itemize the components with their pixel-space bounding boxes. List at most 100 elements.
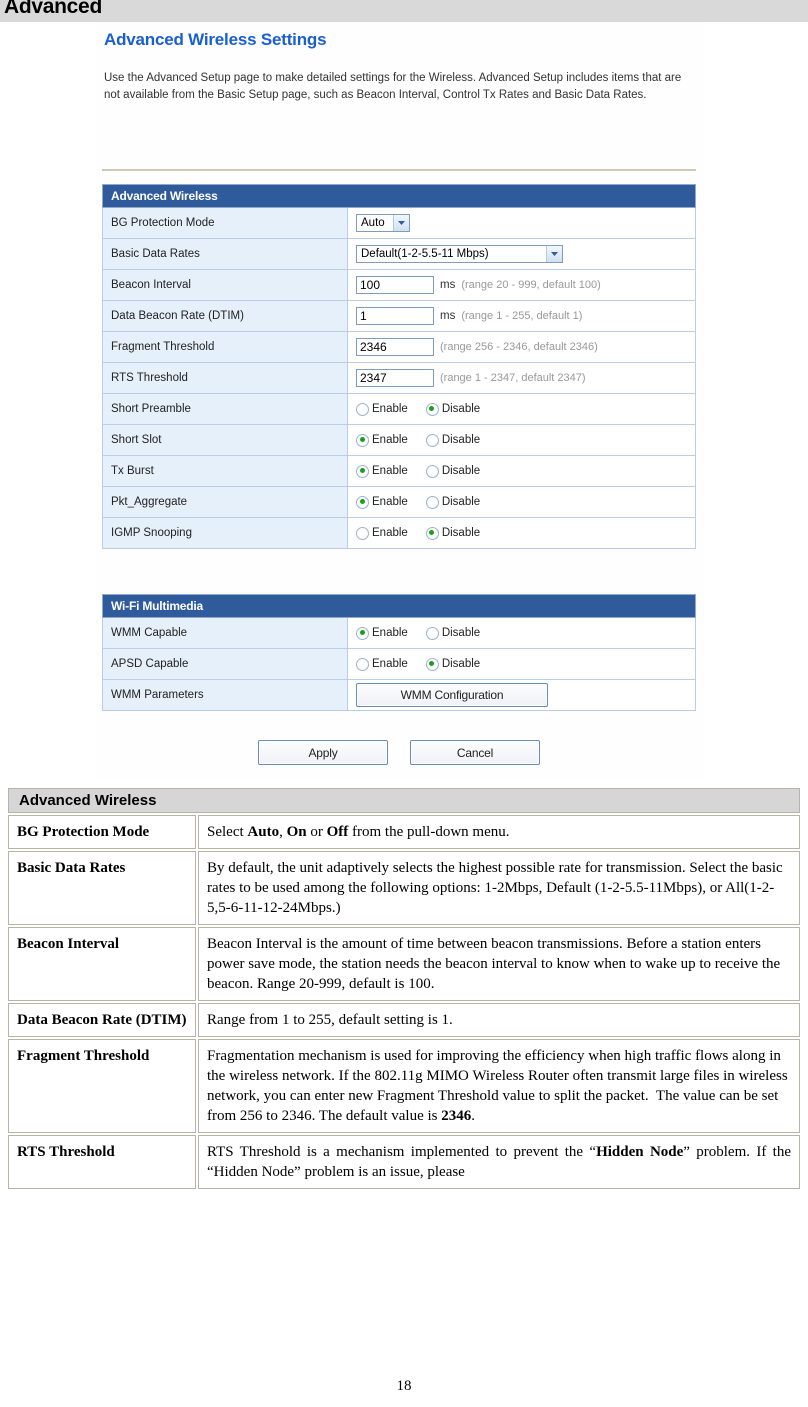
radio-icon xyxy=(425,626,439,640)
table-row: Fragment Threshold Fragmentation mechani… xyxy=(8,1039,800,1133)
igmp-snooping-enable-radio[interactable]: Enable xyxy=(356,526,408,540)
cancel-button[interactable]: Cancel xyxy=(410,740,540,765)
rts-threshold-hint: (range 1 - 2347, default 2347) xyxy=(440,372,586,384)
radio-icon xyxy=(425,495,439,509)
table-row-bg-protection-mode: BG Protection Mode Auto xyxy=(102,207,696,239)
tx-burst-disable-radio[interactable]: Disable xyxy=(425,464,481,478)
doc-term: Basic Data Rates xyxy=(8,851,196,925)
bg-protection-mode-value: Auto xyxy=(361,217,385,229)
bg-protection-mode-select[interactable]: Auto xyxy=(356,214,410,232)
apply-button[interactable]: Apply xyxy=(258,740,388,765)
radio-icon xyxy=(425,433,439,447)
short-preamble-enable-label: Enable xyxy=(372,403,408,415)
doc-table-header-row: Advanced Wireless xyxy=(8,788,800,813)
screenshot-description: Use the Advanced Setup page to make deta… xyxy=(104,72,682,101)
short-preamble-disable-radio[interactable]: Disable xyxy=(425,402,480,416)
table-row-short-preamble: Short Preamble Enable Disable xyxy=(102,393,696,425)
divider-rule xyxy=(102,169,696,171)
pkt-aggregate-enable-label: Enable xyxy=(372,496,408,508)
radio-icon xyxy=(425,526,439,540)
igmp-snooping-enable-label: Enable xyxy=(372,527,408,539)
doc-definition: Range from 1 to 255, default setting is … xyxy=(198,1003,800,1037)
table-row-fragment-threshold: Fragment Threshold 2346 (range 256 - 234… xyxy=(102,331,696,363)
label-wmm-parameters: WMM Parameters xyxy=(102,679,348,711)
label-dtim: Data Beacon Rate (DTIM) xyxy=(102,300,348,332)
doc-definition: Fragmentation mechanism is used for impr… xyxy=(198,1039,800,1133)
doc-term: Beacon Interval xyxy=(8,927,196,1001)
pkt-aggregate-disable-radio[interactable]: Disable xyxy=(425,495,481,509)
label-short-preamble: Short Preamble xyxy=(102,393,348,425)
documentation-table: Advanced Wireless BG Protection Mode Sel… xyxy=(6,786,802,1191)
pkt-aggregate-disable-label: Disable xyxy=(441,496,481,508)
table-row-pkt-aggregate: Pkt_Aggregate Enable Disable xyxy=(102,486,696,518)
label-beacon-interval: Beacon Interval xyxy=(102,269,348,301)
table-row: BG Protection Mode Select Auto, On or Of… xyxy=(8,815,800,849)
basic-data-rates-select[interactable]: Default(1-2-5.5-11 Mbps) xyxy=(356,245,563,263)
wmm-capable-disable-label: Disable xyxy=(441,627,481,639)
doc-term: BG Protection Mode xyxy=(8,815,196,849)
short-slot-enable-radio[interactable]: Enable xyxy=(356,433,408,447)
table-row-apsd-capable: APSD Capable Enable Disable xyxy=(102,648,696,680)
router-ui-screenshot: Advanced Wireless Settings Use the Advan… xyxy=(96,22,703,778)
label-basic-data-rates: Basic Data Rates xyxy=(102,238,348,270)
advanced-wireless-table: Advanced Wireless BG Protection Mode Aut… xyxy=(102,184,696,549)
doc-term: Fragment Threshold xyxy=(8,1039,196,1133)
doc-table-header-label: Advanced Wireless xyxy=(8,788,800,813)
fragment-threshold-input[interactable]: 2346 xyxy=(356,338,434,356)
wmm-capable-enable-radio[interactable]: Enable xyxy=(356,626,408,640)
radio-icon xyxy=(356,626,369,640)
advanced-wireless-header-label: Advanced Wireless xyxy=(102,184,696,208)
wmm-capable-disable-radio[interactable]: Disable xyxy=(425,626,481,640)
wmm-configuration-button[interactable]: WMM Configuration xyxy=(356,683,548,707)
label-tx-burst: Tx Burst xyxy=(102,455,348,487)
pkt-aggregate-enable-radio[interactable]: Enable xyxy=(356,495,408,509)
label-fragment-threshold: Fragment Threshold xyxy=(102,331,348,363)
label-rts-threshold: RTS Threshold xyxy=(102,362,348,394)
beacon-interval-unit: ms xyxy=(440,279,456,291)
igmp-snooping-disable-radio[interactable]: Disable xyxy=(425,526,480,540)
radio-icon xyxy=(356,464,369,478)
doc-definition: By default, the unit adaptively selects … xyxy=(198,851,800,925)
table-row: RTS Threshold RTS Threshold is a mechani… xyxy=(8,1135,800,1189)
tx-burst-disable-label: Disable xyxy=(441,465,481,477)
chevron-down-icon xyxy=(393,215,409,231)
doc-definition: Beacon Interval is the amount of time be… xyxy=(198,927,800,1001)
apsd-capable-disable-radio[interactable]: Disable xyxy=(425,657,481,671)
label-pkt-aggregate: Pkt_Aggregate xyxy=(102,486,348,518)
apsd-capable-enable-label: Enable xyxy=(372,658,408,670)
screenshot-title: Advanced Wireless Settings xyxy=(104,30,327,49)
table-row-basic-data-rates: Basic Data Rates Default(1-2-5.5-11 Mbps… xyxy=(102,238,696,270)
table-row-rts-threshold: RTS Threshold 2347 (range 1 - 2347, defa… xyxy=(102,362,696,394)
rts-threshold-input[interactable]: 2347 xyxy=(356,369,434,387)
table-row-short-slot: Short Slot Enable Disable xyxy=(102,424,696,456)
label-igmp-snooping: IGMP Snooping xyxy=(102,517,348,549)
label-bg-protection-mode: BG Protection Mode xyxy=(102,207,348,239)
radio-icon xyxy=(356,495,369,509)
short-preamble-enable-radio[interactable]: Enable xyxy=(356,402,408,416)
apsd-capable-enable-radio[interactable]: Enable xyxy=(356,657,408,671)
doc-definition: Select Auto, On or Off from the pull-dow… xyxy=(198,815,800,849)
table-row-wmm-parameters: WMM Parameters WMM Configuration xyxy=(102,679,696,711)
table-row: Basic Data Rates By default, the unit ad… xyxy=(8,851,800,925)
doc-term: Data Beacon Rate (DTIM) xyxy=(8,1003,196,1037)
radio-icon xyxy=(356,402,369,416)
label-apsd-capable: APSD Capable xyxy=(102,648,348,680)
radio-icon xyxy=(356,433,369,447)
doc-term: RTS Threshold xyxy=(8,1135,196,1189)
tx-burst-enable-radio[interactable]: Enable xyxy=(356,464,408,478)
apsd-capable-disable-label: Disable xyxy=(441,658,481,670)
short-slot-disable-radio[interactable]: Disable xyxy=(425,433,480,447)
form-actions: Apply Cancel xyxy=(102,740,696,765)
dtim-unit: ms xyxy=(440,310,456,322)
dtim-input[interactable]: 1 xyxy=(356,307,434,325)
table-row-tx-burst: Tx Burst Enable Disable xyxy=(102,455,696,487)
radio-icon xyxy=(356,657,369,671)
table-row-beacon-interval: Beacon Interval 100 ms (range 20 - 999, … xyxy=(102,269,696,301)
page-title: Advanced xyxy=(4,0,102,18)
label-short-slot: Short Slot xyxy=(102,424,348,456)
short-slot-enable-label: Enable xyxy=(372,434,408,446)
beacon-interval-input[interactable]: 100 xyxy=(356,276,434,294)
wifi-multimedia-header-label: Wi-Fi Multimedia xyxy=(102,594,696,618)
table-row: Beacon Interval Beacon Interval is the a… xyxy=(8,927,800,1001)
doc-table-body: BG Protection Mode Select Auto, On or Of… xyxy=(8,815,800,1189)
